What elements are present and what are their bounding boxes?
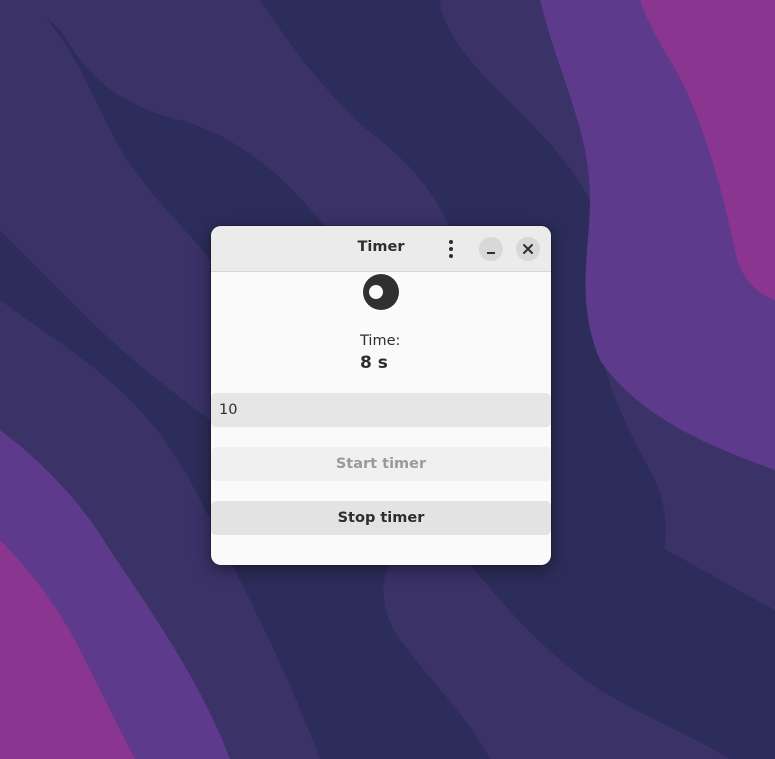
vertical-dots-icon	[449, 254, 453, 258]
time-label: Time:	[360, 333, 401, 349]
close-button[interactable]	[516, 237, 540, 261]
spinner-icon	[363, 274, 399, 310]
main-menu-button[interactable]	[439, 237, 463, 261]
time-value: 8 s	[360, 353, 388, 373]
close-icon	[523, 244, 533, 254]
header-bar: Timer	[211, 226, 551, 272]
stop-timer-button[interactable]: Stop timer	[211, 501, 551, 535]
vertical-dots-icon	[449, 247, 453, 251]
timer-window: Timer Time: 8 s 10 Start timer Stop time…	[211, 226, 551, 565]
duration-input[interactable]: 10	[211, 393, 551, 427]
start-timer-button[interactable]: Start timer	[211, 447, 551, 481]
desktop-wallpaper: Timer Time: 8 s 10 Start timer Stop time…	[0, 0, 775, 759]
minimize-button[interactable]	[479, 237, 503, 261]
vertical-dots-icon	[449, 240, 453, 244]
